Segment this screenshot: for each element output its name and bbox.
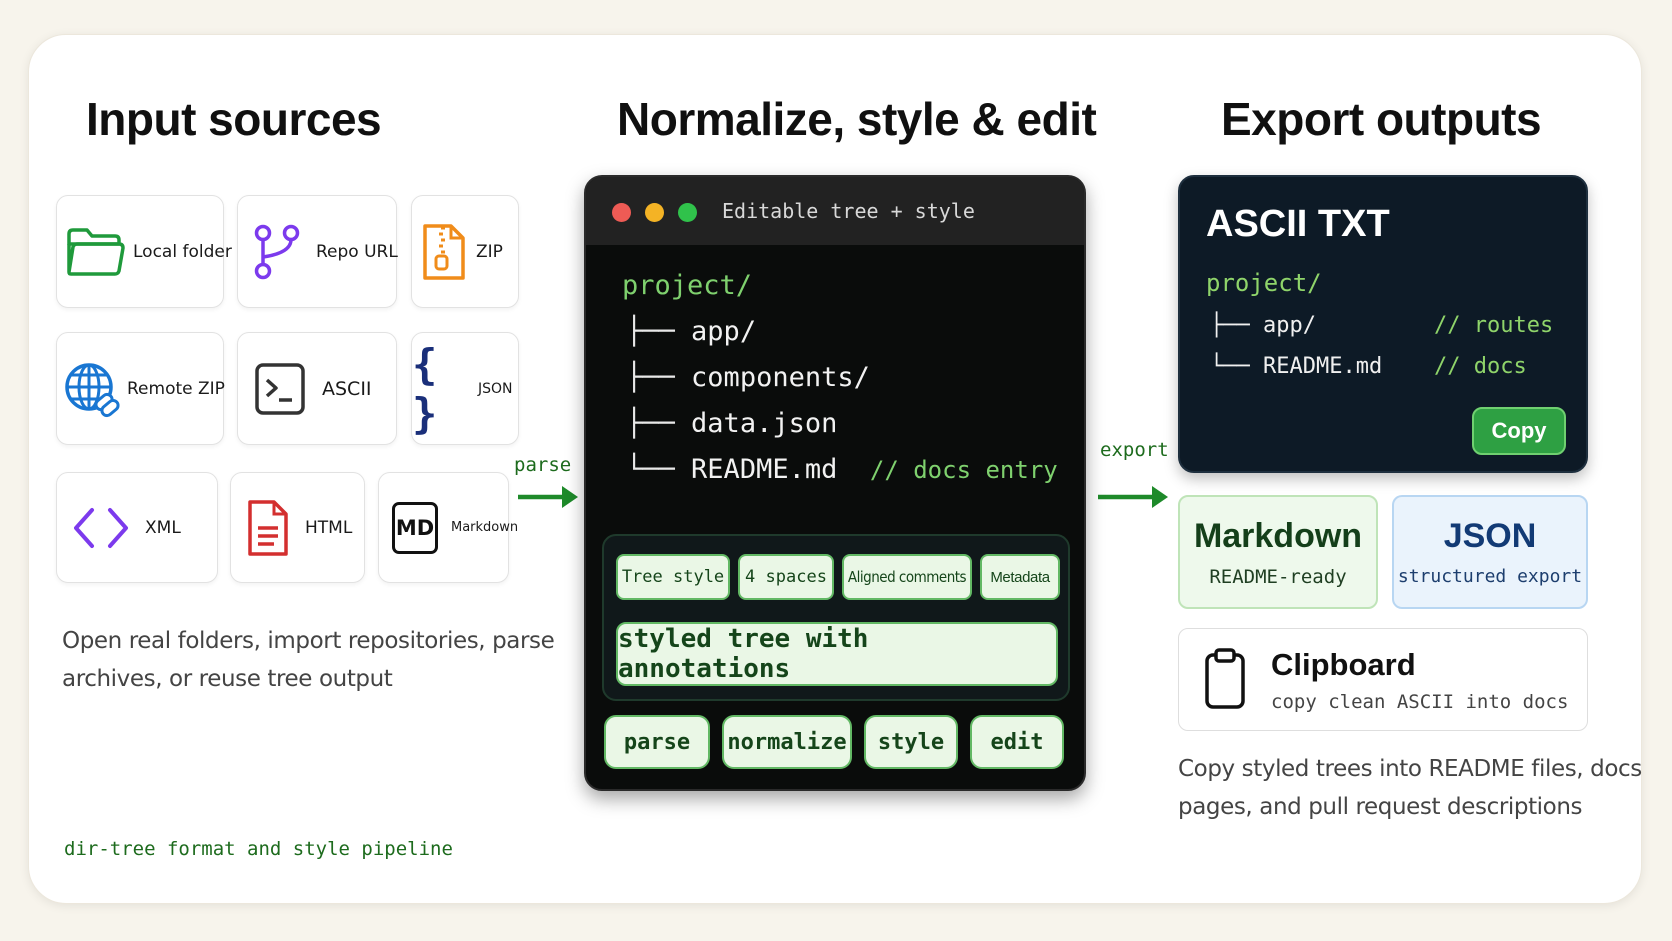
step-parse-button[interactable]: parse xyxy=(604,715,710,769)
folder-icon xyxy=(57,226,133,278)
styled-tree-banner: styled tree with annotations xyxy=(616,622,1058,686)
clipboard-icon xyxy=(1205,648,1245,709)
step-edit-button[interactable]: edit xyxy=(970,715,1064,769)
json-output-sub: structured export xyxy=(1397,566,1583,587)
editor-titlebar: Editable tree + style xyxy=(586,177,1084,245)
clipboard-title: Clipboard xyxy=(1271,647,1416,682)
minimize-dot-icon[interactable] xyxy=(645,203,664,222)
heading-export-outputs: Export outputs xyxy=(1221,93,1542,145)
tile-ascii[interactable]: ASCII xyxy=(237,332,397,445)
globe-link-icon xyxy=(57,359,127,419)
tree-line[interactable]: ├── data.json xyxy=(626,408,837,439)
repo-url-label: Repo URL xyxy=(316,241,398,262)
xml-label: XML xyxy=(145,517,181,538)
json-output-title: JSON xyxy=(1443,517,1537,555)
maximize-dot-icon[interactable] xyxy=(678,203,697,222)
markdown-output-title: Markdown xyxy=(1193,516,1363,555)
zip-file-icon xyxy=(412,222,476,282)
markdown-output-sub: README-ready xyxy=(1209,565,1347,588)
ascii-root: project/ xyxy=(1206,269,1322,297)
terminal-icon xyxy=(238,362,322,416)
clipboard-sub: copy clean ASCII into docs xyxy=(1271,691,1569,713)
option-aligned-comments[interactable]: Aligned comments xyxy=(842,554,972,600)
tree-root[interactable]: project/ xyxy=(622,270,752,301)
local-folder-label: Local folder xyxy=(133,241,232,262)
heading-normalize: Normalize, style & edit xyxy=(617,93,1097,145)
tile-json[interactable]: { } JSON xyxy=(411,332,519,445)
step-style-button[interactable]: style xyxy=(864,715,958,769)
export-arrow-label: export xyxy=(1100,439,1169,461)
step-normalize-button[interactable]: normalize xyxy=(722,715,852,769)
tile-html[interactable]: HTML xyxy=(230,472,365,583)
tile-xml[interactable]: XML xyxy=(56,472,218,583)
markdown-output-card[interactable]: Markdown README-ready xyxy=(1178,495,1378,609)
json-label: JSON xyxy=(478,380,513,397)
tile-markdown[interactable]: MD Markdown xyxy=(378,472,518,583)
option-metadata[interactable]: Metadata xyxy=(980,554,1060,600)
tree-line[interactable]: └── README.md // docs entry xyxy=(626,454,1058,485)
option-tree-style[interactable]: Tree style xyxy=(616,554,730,600)
parse-arrow-icon xyxy=(518,486,578,508)
tree-line[interactable]: ├── components/ xyxy=(626,362,870,393)
heading-input-sources: Input sources xyxy=(86,93,382,145)
markdown-label: Markdown xyxy=(451,520,519,535)
ascii-txt-title: ASCII TXT xyxy=(1206,203,1390,245)
ascii-comment: // docs xyxy=(1434,354,1527,379)
parse-arrow-label: parse xyxy=(514,454,572,476)
tile-repo-url[interactable]: Repo URL xyxy=(237,195,398,308)
remote-zip-label: Remote ZIP xyxy=(127,378,225,399)
outputs-description: Copy styled trees into README files, doc… xyxy=(1178,756,1642,820)
editor-title: Editable tree + style xyxy=(722,199,975,223)
ascii-line: ├── app/ xyxy=(1210,313,1316,338)
ascii-txt-panel: ASCII TXT project/ ├── app/ // routes └─… xyxy=(1178,175,1588,473)
tree-line[interactable]: ├── app/ xyxy=(626,316,756,347)
inputs-description: Open real folders, import repositories, … xyxy=(62,628,555,692)
style-options-panel: Tree style 4 spaces Aligned comments Met… xyxy=(602,534,1070,701)
tile-zip[interactable]: ZIP xyxy=(411,195,519,308)
clipboard-output-card[interactable]: Clipboard copy clean ASCII into docs xyxy=(1178,628,1588,731)
json-output-card[interactable]: JSON structured export xyxy=(1392,495,1588,609)
footer-tag: dir-tree format and style pipeline xyxy=(64,838,453,860)
copy-button[interactable]: Copy xyxy=(1472,407,1566,455)
ascii-comment: // routes xyxy=(1434,313,1554,338)
tile-local-folder[interactable]: Local folder xyxy=(56,195,232,308)
markdown-icon: MD xyxy=(379,501,451,554)
tree-editor-window: Editable tree + style project/ ├── app/ … xyxy=(584,175,1086,791)
braces-icon: { } xyxy=(412,339,438,438)
html-label: HTML xyxy=(305,517,353,538)
export-arrow-icon xyxy=(1098,486,1168,508)
git-branch-icon xyxy=(238,223,316,281)
ascii-line: └── README.md xyxy=(1210,354,1383,379)
code-brackets-icon xyxy=(57,506,145,550)
ascii-label: ASCII xyxy=(322,377,372,400)
close-dot-icon[interactable] xyxy=(612,203,631,222)
tile-remote-zip[interactable]: Remote ZIP xyxy=(56,332,225,445)
option-indent[interactable]: 4 spaces xyxy=(738,554,834,600)
document-icon xyxy=(231,498,305,558)
zip-label: ZIP xyxy=(476,241,503,262)
